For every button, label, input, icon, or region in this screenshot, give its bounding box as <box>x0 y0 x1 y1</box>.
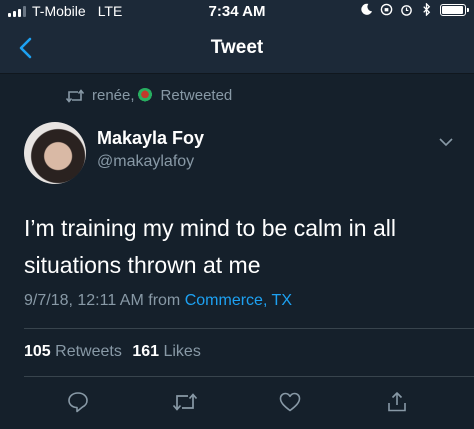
alarm-icon <box>401 5 412 16</box>
divider <box>24 376 474 377</box>
tweet-location[interactable]: Commerce, TX <box>185 292 292 309</box>
retweets-count[interactable]: 105 <box>24 343 51 360</box>
status-bar: T-Mobile LTE 7:34 AM <box>0 0 474 22</box>
nav-bar: Tweet <box>0 22 474 74</box>
chevron-down-icon[interactable] <box>438 136 454 148</box>
author-name[interactable]: Makayla Foy <box>97 128 204 149</box>
retweet-user[interactable]: renée, <box>92 87 135 104</box>
divider <box>24 328 474 329</box>
tweet-date: 9/7/18, 12:11 AM <box>24 292 144 309</box>
bluetooth-icon <box>423 3 431 16</box>
page-title: Tweet <box>210 37 264 58</box>
author-handle[interactable]: @makaylafoy <box>97 153 194 171</box>
retweet-icon <box>66 88 84 103</box>
tweet-from-label: from <box>148 292 181 309</box>
heart-icon[interactable] <box>278 390 302 414</box>
tweet-text: I’m training my mind to be calm in all s… <box>24 215 396 278</box>
likes-count[interactable]: 161 <box>132 343 159 360</box>
share-icon[interactable] <box>385 390 409 414</box>
tweet-meta: 9/7/18, 12:11 AM from Commerce, TX <box>24 292 292 310</box>
moon-icon <box>361 3 373 15</box>
retweet-icon[interactable] <box>172 390 198 414</box>
orientation-lock-icon <box>380 3 393 16</box>
retweets-label[interactable]: Retweets <box>55 343 122 360</box>
retweeted-by[interactable]: renée, Retweeted <box>66 87 232 104</box>
tweet-stats: 105 Retweets 161 Likes <box>24 343 201 361</box>
retweet-user-emoji <box>136 87 153 104</box>
likes-label[interactable]: Likes <box>163 343 200 360</box>
battery-fill <box>442 5 463 14</box>
status-right <box>360 3 469 16</box>
tweet-actions <box>0 390 474 418</box>
reply-icon[interactable] <box>66 390 90 414</box>
retweet-label: Retweeted <box>160 87 233 104</box>
avatar[interactable] <box>24 122 86 184</box>
battery-icon <box>440 3 469 16</box>
